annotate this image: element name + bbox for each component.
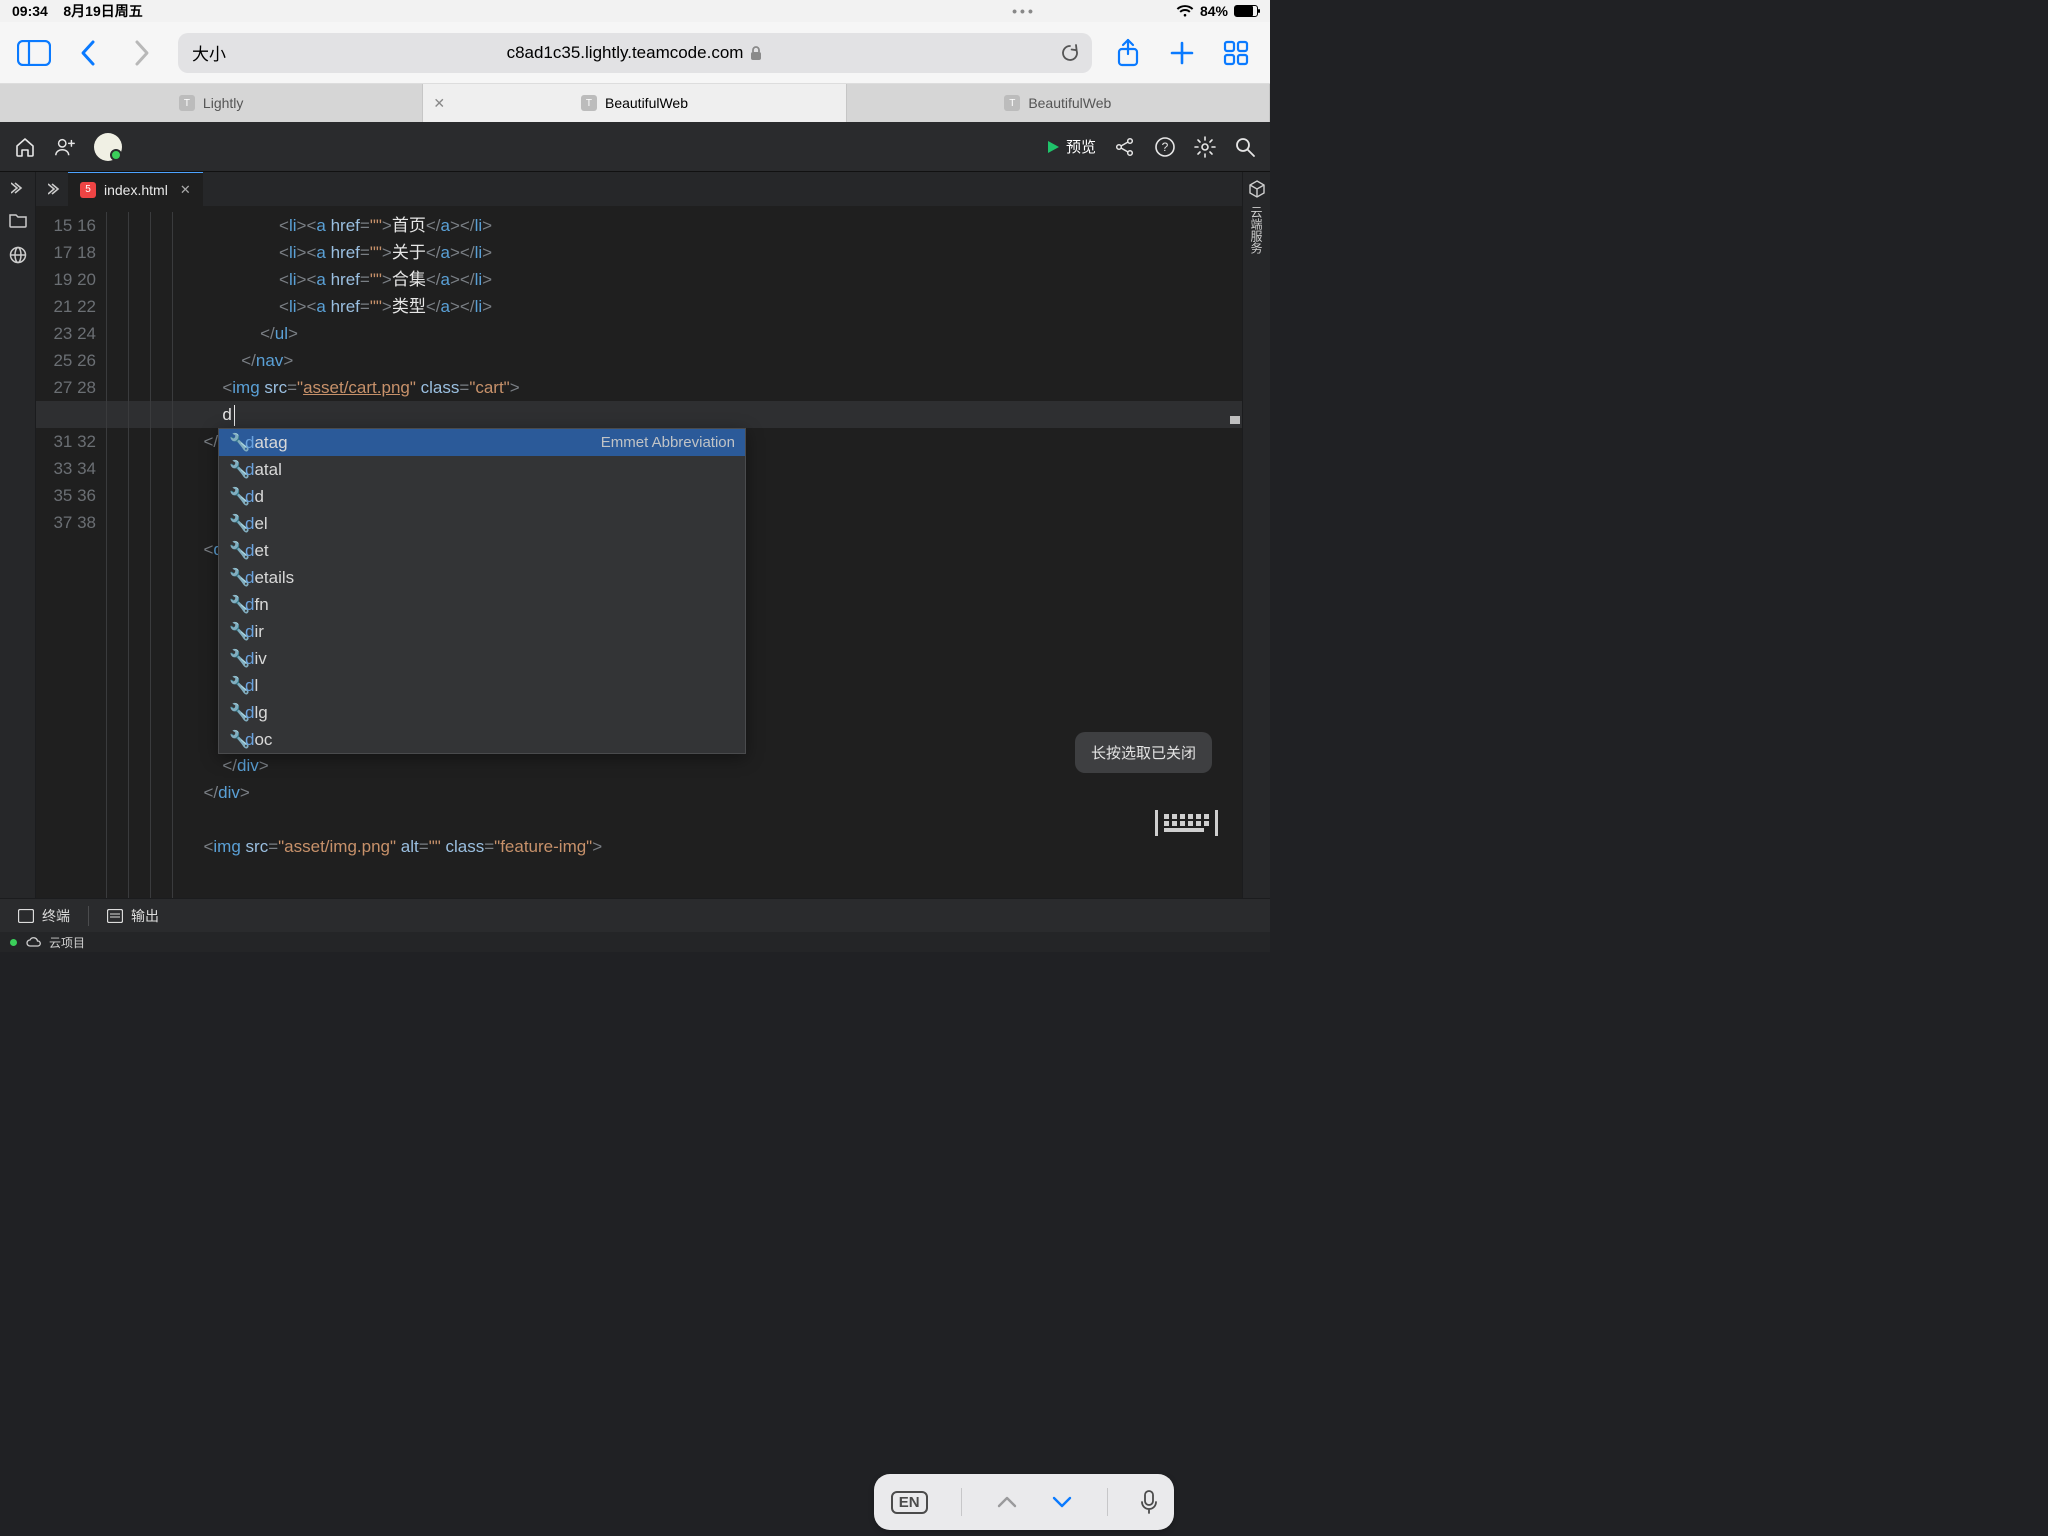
- output-tab[interactable]: 输出: [89, 899, 177, 932]
- tab-favicon: T: [179, 95, 195, 111]
- autocomplete-item[interactable]: 🔧dlg: [219, 699, 745, 726]
- safari-tab[interactable]: T BeautifulWeb: [847, 84, 1270, 122]
- safari-tab[interactable]: ✕ T BeautifulWeb: [423, 84, 846, 122]
- bottom-panel-bar: 终端 输出: [0, 898, 1270, 932]
- autocomplete-item[interactable]: 🔧div: [219, 645, 745, 672]
- output-label: 输出: [131, 906, 159, 926]
- help-icon[interactable]: ?: [1154, 136, 1176, 158]
- editor-area: 5 index.html ✕ 15 16 17 18 19 20 21 22 2…: [0, 172, 1270, 898]
- cube-icon[interactable]: [1248, 180, 1266, 198]
- html5-icon: 5: [80, 182, 96, 198]
- keyboard-icon[interactable]: [1155, 810, 1218, 836]
- chevron-up-icon[interactable]: [996, 1494, 1018, 1510]
- forward-button: [124, 35, 160, 71]
- status-footer: 云项目: [0, 932, 1270, 952]
- right-rail-label[interactable]: 云端服务: [1248, 206, 1265, 254]
- address-bar[interactable]: 大小 c8ad1c35.lightly.teamcode.com: [178, 33, 1092, 73]
- autocomplete-item[interactable]: 🔧dl: [219, 672, 745, 699]
- play-icon: [1046, 140, 1060, 154]
- globe-icon[interactable]: [9, 246, 27, 264]
- terminal-tab[interactable]: 终端: [0, 899, 88, 932]
- home-icon[interactable]: [14, 136, 36, 158]
- sidebar-toggle-button[interactable]: [16, 35, 52, 71]
- line-gutter: 15 16 17 18 19 20 21 22 23 24 25 26 27 2…: [36, 206, 106, 898]
- cloud-icon: [25, 937, 41, 948]
- folder-icon[interactable]: [9, 212, 27, 228]
- assistant-bulb-icon[interactable]: [94, 133, 122, 161]
- back-button[interactable]: [70, 35, 106, 71]
- autocomplete-item[interactable]: 🔧dd: [219, 483, 745, 510]
- keyboard-accessory[interactable]: EN: [874, 1474, 1174, 1530]
- lock-icon: [749, 45, 763, 61]
- tab-favicon: T: [581, 95, 597, 111]
- file-tab[interactable]: 5 index.html ✕: [68, 172, 203, 206]
- status-date: 8月19日周五: [63, 3, 142, 19]
- tab-label: BeautifulWeb: [1028, 95, 1111, 111]
- battery-icon: [1234, 5, 1258, 17]
- safari-tab-strip: T Lightly ✕ T BeautifulWeb T BeautifulWe…: [0, 84, 1270, 122]
- search-icon[interactable]: [1234, 136, 1256, 158]
- status-dot-icon: [10, 939, 17, 946]
- expand-icon[interactable]: [11, 182, 25, 194]
- autocomplete-popup[interactable]: 🔧datagEmmet Abbreviation🔧datal🔧dd🔧del🔧de…: [218, 428, 746, 754]
- right-rail: 云端服务: [1242, 172, 1270, 898]
- terminal-icon: [18, 909, 34, 923]
- gear-icon[interactable]: [1194, 136, 1216, 158]
- close-tab-button[interactable]: ✕: [433, 95, 445, 112]
- autocomplete-item[interactable]: 🔧det: [219, 537, 745, 564]
- code-editor[interactable]: 15 16 17 18 19 20 21 22 23 24 25 26 27 2…: [36, 206, 1242, 898]
- share-button[interactable]: [1110, 35, 1146, 71]
- add-user-icon[interactable]: [54, 136, 76, 158]
- activity-bar: [0, 172, 36, 898]
- autocomplete-item[interactable]: 🔧datagEmmet Abbreviation: [219, 429, 745, 456]
- close-icon[interactable]: ✕: [180, 182, 191, 198]
- autocomplete-item[interactable]: 🔧del: [219, 510, 745, 537]
- toast-message: 长按选取已关闭: [1075, 732, 1212, 773]
- app-toolbar: 预览 ?: [0, 122, 1270, 172]
- tab-label: Lightly: [203, 95, 243, 111]
- separator: [1107, 1488, 1108, 1516]
- multitask-dots[interactable]: •••: [1012, 3, 1036, 19]
- wifi-icon: [1176, 4, 1194, 18]
- autocomplete-item[interactable]: 🔧doc: [219, 726, 745, 753]
- safari-tab[interactable]: T Lightly: [0, 84, 423, 122]
- indent-guides: [106, 206, 194, 898]
- autocomplete-item[interactable]: 🔧dir: [219, 618, 745, 645]
- mic-icon[interactable]: [1141, 1490, 1157, 1514]
- reload-button[interactable]: [1060, 43, 1080, 63]
- text-size-button[interactable]: 大小: [192, 40, 226, 65]
- separator: [961, 1488, 962, 1516]
- safari-toolbar: 大小 c8ad1c35.lightly.teamcode.com: [0, 22, 1270, 84]
- share-nodes-icon[interactable]: [1114, 136, 1136, 158]
- status-time: 09:34: [12, 3, 48, 19]
- terminal-label: 终端: [42, 906, 70, 926]
- url-text: c8ad1c35.lightly.teamcode.com: [507, 43, 744, 63]
- editor-tab-row: 5 index.html ✕: [36, 172, 1242, 206]
- breadcrumb-chevron-icon[interactable]: [48, 183, 62, 195]
- tab-label: BeautifulWeb: [605, 95, 688, 111]
- battery-percent: 84%: [1200, 3, 1228, 19]
- preview-label: 预览: [1066, 136, 1096, 157]
- autocomplete-item[interactable]: 🔧datal: [219, 456, 745, 483]
- preview-button[interactable]: 预览: [1046, 136, 1096, 157]
- svg-text:?: ?: [1162, 140, 1169, 154]
- chevron-down-icon[interactable]: [1051, 1494, 1073, 1510]
- tabs-overview-button[interactable]: [1218, 35, 1254, 71]
- ios-status-bar: 09:34 8月19日周五 ••• 84%: [0, 0, 1270, 22]
- new-tab-button[interactable]: [1164, 35, 1200, 71]
- output-icon: [107, 909, 123, 923]
- lang-toggle[interactable]: EN: [891, 1491, 928, 1514]
- status-label: 云项目: [49, 934, 85, 951]
- file-name: index.html: [104, 182, 168, 198]
- minimap-marker: [1230, 416, 1240, 424]
- tab-favicon: T: [1004, 95, 1020, 111]
- autocomplete-item[interactable]: 🔧dfn: [219, 591, 745, 618]
- autocomplete-item[interactable]: 🔧details: [219, 564, 745, 591]
